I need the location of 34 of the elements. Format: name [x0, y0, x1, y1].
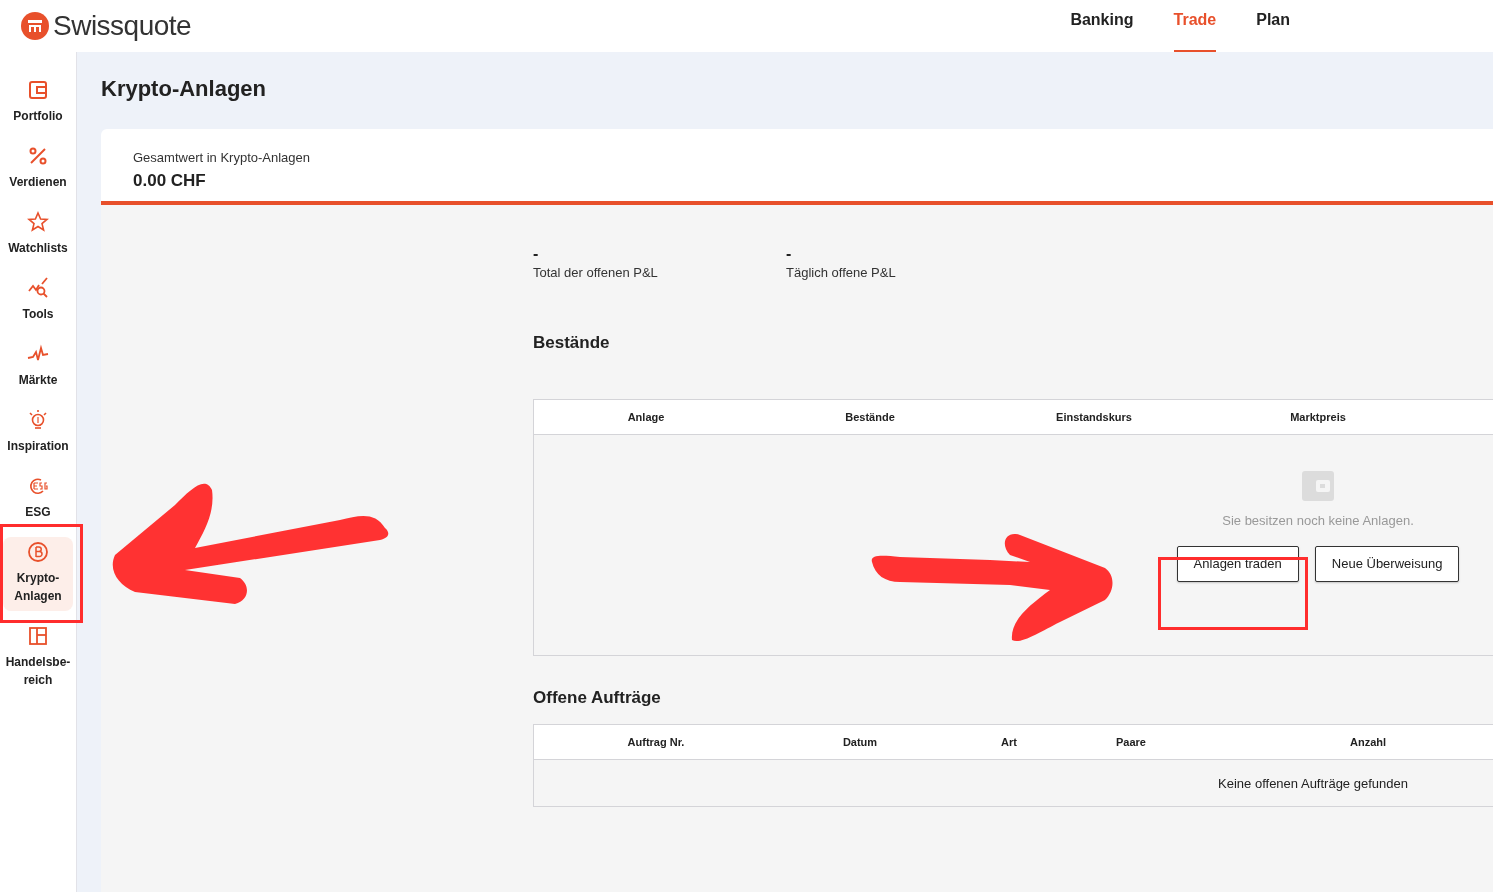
stat-value: - [786, 245, 793, 263]
column-header: Paare [1115, 735, 1147, 751]
sidebar-item[interactable]: ESG [3, 471, 73, 527]
trade-button[interactable]: Anlagen traden [1176, 546, 1299, 582]
nav-tab[interactable]: Banking [1070, 0, 1134, 52]
stat-label: Total der offenen P&L [533, 264, 659, 282]
section-heading: Offene Aufträge [533, 687, 662, 709]
total-value-label: Gesamtwert in Krypto-Anlagen [133, 149, 312, 167]
empty-message: Sie besitzen noch keine Anlagen. [1221, 511, 1415, 530]
column-header: Datum [841, 735, 879, 751]
column-header: Auftrag Nr. [626, 735, 686, 751]
column-header: Einstandskurs [1055, 409, 1133, 425]
sidebar-item[interactable]: Krypto-Anlagen [3, 537, 73, 611]
sidebar-item[interactable]: Märkte [3, 339, 73, 395]
empty-message: Keine offenen Aufträge gefunden [1217, 774, 1409, 793]
total-value: 0.00 CHF [133, 169, 207, 192]
section-heading: Bestände [533, 332, 611, 353]
stat-label: Täglich offene P&L [786, 264, 897, 282]
column-header: Art [1000, 735, 1018, 751]
column-header: Bestände [844, 409, 896, 425]
sidebar-item[interactable]: Watchlists [3, 207, 73, 263]
stat-value: - [533, 245, 540, 263]
column-header: Anzahl [1348, 735, 1388, 751]
column-header: Anlage [626, 409, 666, 425]
sidebar-item[interactable]: Inspiration [3, 405, 73, 461]
sidebar-item[interactable]: Tools [3, 273, 73, 329]
transfer-button[interactable]: Neue Überweisung [1314, 546, 1460, 582]
page-title: Krypto-Anlagen [101, 75, 267, 104]
column-header: Marktpreis [1289, 409, 1347, 425]
brand-name: Swissquote [53, 9, 192, 43]
nav-tab[interactable]: Plan [1256, 0, 1290, 52]
sidebar-item[interactable]: Portfolio [3, 75, 73, 131]
sidebar-item[interactable]: Verdienen [3, 141, 73, 197]
sidebar-item[interactable]: Handelsbe-reich [3, 621, 73, 695]
